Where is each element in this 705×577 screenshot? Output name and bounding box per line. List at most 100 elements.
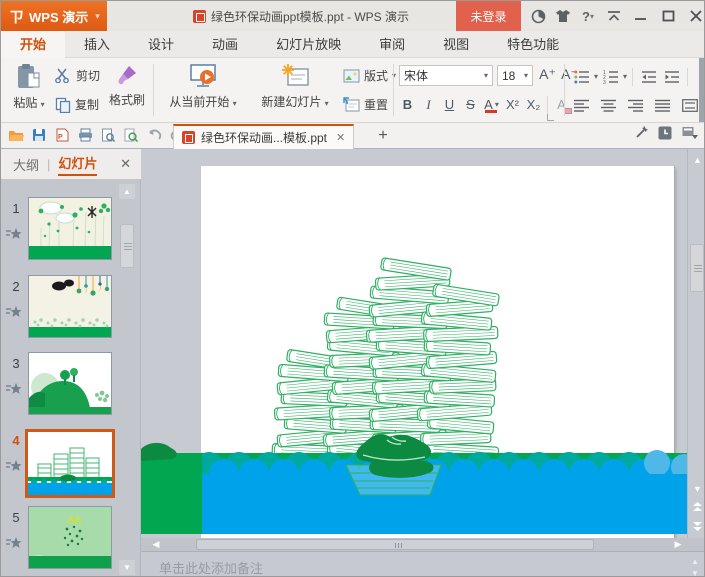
svg-text:P: P [58, 134, 63, 141]
decrease-indent-button[interactable] [638, 66, 659, 87]
play-from-current-button[interactable]: 从当前开始 ▾ [159, 63, 247, 110]
tab-design[interactable]: 设计 [129, 31, 193, 58]
reset-button[interactable]: 重置 [343, 96, 388, 113]
canvas-horizontal-scrollbar[interactable]: ◀ ▶ [141, 538, 687, 551]
scroll-up-icon[interactable]: ▲ [119, 184, 135, 199]
distribute-text-button[interactable] [679, 95, 700, 116]
tab-special-features[interactable]: 特色功能 [488, 31, 578, 58]
print-preview-icon[interactable] [98, 125, 118, 145]
canvas-vertical-scrollbar[interactable]: ▲ ▼ [687, 149, 704, 538]
wps-menu-button[interactable]: ㄗ WPS 演示 ▾ [1, 1, 107, 31]
titlebar: ㄗ WPS 演示 ▾ 绿色环保动画ppt模板.ppt - WPS 演示 未登录 … [1, 1, 704, 31]
scrollbar-thumb[interactable] [120, 224, 134, 268]
italic-button[interactable]: I [418, 94, 439, 115]
tab-slideshow[interactable]: 幻灯片放映 [257, 31, 360, 58]
layout-icon [343, 69, 360, 82]
notes-scroll-down-icon[interactable]: ▼ [688, 568, 702, 576]
numbered-list-button[interactable]: 123 [600, 66, 621, 87]
clear-format-button[interactable]: A [551, 94, 572, 115]
skin-theme-icon[interactable] [552, 6, 574, 26]
minimize-button[interactable] [629, 6, 651, 26]
slide-canvas[interactable] [141, 149, 687, 538]
font-color-button[interactable]: A ▾ [481, 94, 502, 115]
slide-thumbnail-3[interactable] [28, 352, 112, 415]
tab-outline[interactable]: 大纲 [13, 155, 39, 174]
bullet-list-button[interactable] [571, 66, 592, 87]
align-left-button[interactable] [571, 95, 592, 116]
slide-panel: 大纲 | 幻灯片 ✕ 1 2 3 4 5 ▲ ▼ [1, 149, 141, 576]
copy-button[interactable]: 复制 [55, 96, 99, 113]
scroll-left-icon[interactable]: ◀ [149, 538, 163, 551]
slide-thumbnail-5[interactable] [28, 506, 112, 569]
collapse-ribbon-icon[interactable] [603, 6, 625, 26]
scroll-down-icon[interactable]: ▼ [690, 481, 704, 496]
scrollbar-thumb[interactable] [690, 244, 704, 292]
bold-button[interactable]: B [397, 94, 418, 115]
font-size-select[interactable]: 18 ▾ [497, 65, 533, 86]
align-right-button[interactable] [625, 95, 646, 116]
notes-bar[interactable]: 单击此处添加备注 ▲ ▼ [141, 551, 704, 576]
grow-font-button[interactable]: A⁺ [537, 64, 558, 85]
magic-wand-icon[interactable] [634, 126, 648, 145]
print-icon[interactable] [75, 125, 95, 145]
close-panel-icon[interactable]: ✕ [120, 156, 131, 172]
ribbon-separator [564, 64, 565, 116]
scroll-down-icon[interactable]: ▼ [119, 560, 135, 575]
close-tab-icon[interactable]: ✕ [336, 131, 345, 144]
subscript-button[interactable]: X₂ [523, 94, 544, 115]
window-title: 绿色环保动画ppt模板.ppt - WPS 演示 [151, 1, 451, 31]
wps-logo-label: WPS 演示 [29, 9, 89, 25]
superscript-button[interactable]: X² [502, 94, 523, 115]
close-button[interactable] [685, 6, 704, 26]
maximize-button[interactable] [657, 6, 679, 26]
format-painter-icon [118, 66, 136, 85]
new-tab-button[interactable]: + [373, 126, 393, 146]
find-icon[interactable] [121, 125, 141, 145]
ribbon-separator [153, 64, 154, 116]
justify-button[interactable] [652, 95, 673, 116]
export-pdf-icon[interactable]: P [52, 125, 72, 145]
help-button[interactable]: ?▾ [575, 6, 601, 26]
align-center-button[interactable] [598, 95, 619, 116]
slide-thumbnail-1[interactable] [28, 197, 112, 260]
feedback-icon[interactable] [527, 6, 549, 26]
increase-indent-button[interactable] [661, 66, 682, 87]
slide-panel-scrollbar[interactable]: ▲ ▼ [119, 182, 135, 576]
scrollbar-thumb[interactable] [196, 539, 594, 550]
cut-button[interactable]: 剪切 [55, 67, 100, 84]
animation-star-icon [6, 305, 22, 323]
tab-insert[interactable]: 插入 [65, 31, 129, 58]
open-icon[interactable] [6, 125, 26, 145]
tab-view[interactable]: 视图 [424, 31, 488, 58]
history-clock-icon[interactable] [658, 126, 672, 145]
login-button[interactable]: 未登录 [456, 1, 521, 31]
undo-icon[interactable] [144, 125, 164, 145]
scroll-up-icon[interactable]: ▲ [690, 152, 704, 167]
tab-slides[interactable]: 幻灯片 [58, 153, 98, 176]
format-painter-button[interactable]: 格式刷 [105, 64, 149, 108]
scissors-icon [55, 68, 69, 83]
next-slide-icon[interactable] [690, 518, 704, 533]
previous-slide-icon[interactable] [690, 499, 704, 514]
tab-home[interactable]: 开始 [1, 31, 66, 58]
tab-review[interactable]: 审阅 [360, 31, 424, 58]
font-dialog-launcher[interactable] [547, 114, 554, 121]
slide-panel-header: 大纲 | 幻灯片 ✕ [1, 149, 141, 180]
document-tab[interactable]: 绿色环保动画...模板.ppt ✕ [173, 124, 355, 149]
animation-star-icon [6, 227, 22, 245]
tab-animation[interactable]: 动画 [193, 31, 257, 58]
slide-thumbnail-2[interactable] [28, 275, 112, 338]
underline-button[interactable]: U [439, 94, 460, 115]
layout-button[interactable]: 版式 ▾ [343, 67, 396, 84]
slide-thumbnail-4[interactable] [25, 429, 115, 498]
paste-button[interactable]: 粘贴 ▾ [7, 63, 51, 111]
notes-placeholder[interactable]: 单击此处添加备注 [159, 558, 263, 576]
strikethrough-button[interactable]: S [460, 94, 481, 115]
scroll-right-icon[interactable]: ▶ [671, 538, 685, 551]
notes-scroll-up-icon[interactable]: ▲ [688, 556, 702, 567]
view-options-icon[interactable] [682, 126, 698, 145]
font-name-select[interactable]: 宋体 ▾ [399, 65, 493, 86]
task-pane-handle[interactable] [699, 58, 704, 122]
new-slide-button[interactable]: 新建幻灯片 ▾ [253, 63, 337, 110]
save-icon[interactable] [29, 125, 49, 145]
